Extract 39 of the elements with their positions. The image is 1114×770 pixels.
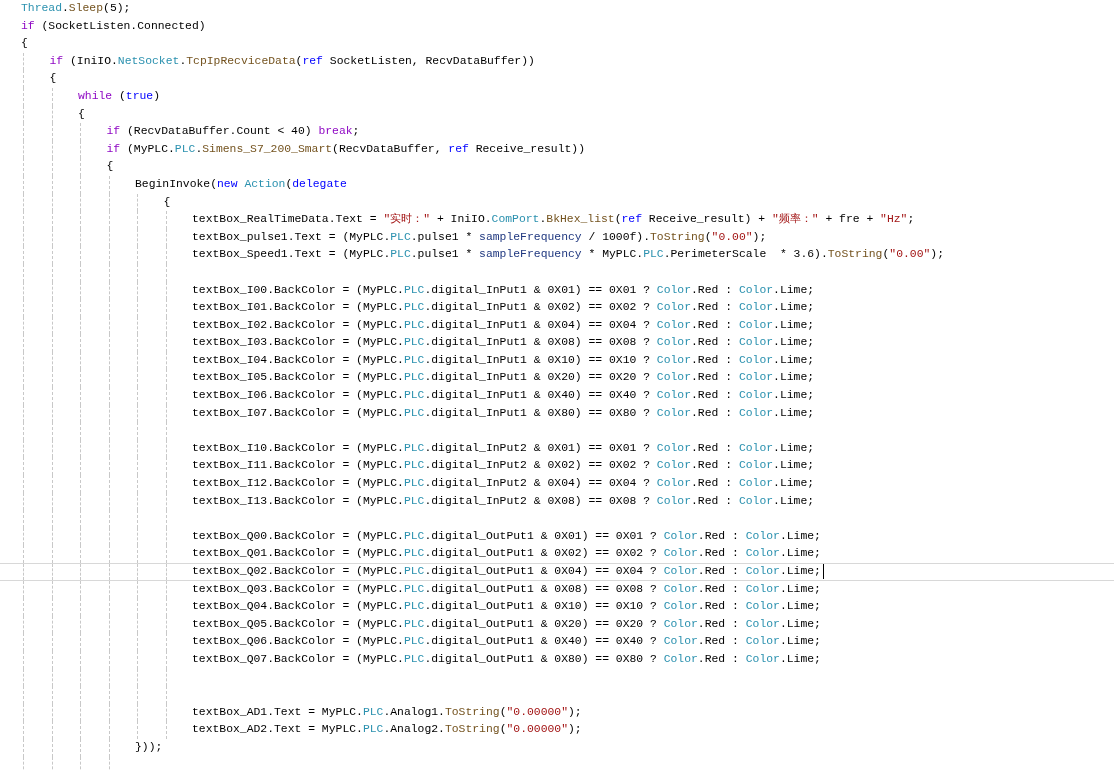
code-line: textBox_I03.BackColor = (MyPLC.PLC.digital_InPut1 & 0X08) == 0X08 ? Color.Red : Color.Lime; [192, 335, 815, 351]
text-cursor [822, 564, 824, 580]
code-line: { [106, 159, 114, 175]
code-line: textBox_AD1.Text = MyPLC.PLC.Analog1.ToString("0.00000"); [192, 704, 582, 720]
code-line: textBox_I06.BackColor = (MyPLC.PLC.digital_InPut1 & 0X40) == 0X40 ? Color.Red : Color.Lime; [192, 388, 815, 404]
code-line: if (MyPLC.PLC.Simens_S7_200_Smart(RecvDataBuffer, ref Receive_result)) [106, 141, 586, 157]
code-line: textBox_I02.BackColor = (MyPLC.PLC.digital_InPut1 & 0X04) == 0X04 ? Color.Red : Color.Lime; [192, 317, 815, 333]
code-line: { [78, 106, 85, 122]
code-line: textBox_RealTimeData.Text = "实时：" + IniIO.ComPort.BkHex_list(ref Receive_result) + "频率：" + fre + "Hz"; [192, 212, 915, 228]
code-line: textBox_I10.BackColor = (MyPLC.PLC.digital_InPut2 & 0X01) == 0X01 ? Color.Red : Color.Lime; [192, 440, 815, 456]
code-line: { [163, 194, 171, 210]
code-line: textBox_I12.BackColor = (MyPLC.PLC.digital_InPut2 & 0X04) == 0X04 ? Color.Red : Color.Lime; [192, 476, 815, 492]
code-line: textBox_AD2.Text = MyPLC.PLC.Analog2.ToString("0.00000"); [192, 722, 582, 738]
code-line: textBox_Q04.BackColor = (MyPLC.PLC.digital_OutPut1 & 0X10) == 0X10 ? Color.Red : Color.Lime; [192, 599, 821, 615]
code-line: if (SocketListen.Connected) [21, 18, 206, 34]
code-line: { [49, 71, 57, 87]
code-line: textBox_I07.BackColor = (MyPLC.PLC.digital_InPut1 & 0X80) == 0X80 ? Color.Red : Color.Lime; [192, 405, 815, 421]
code-line: })); [135, 739, 163, 755]
code-line: textBox_I00.BackColor = (MyPLC.PLC.digital_InPut1 & 0X01) == 0X01 ? Color.Red : Color.Lime; [192, 282, 815, 298]
code-line: textBox_I01.BackColor = (MyPLC.PLC.digital_InPut1 & 0X02) == 0X02 ? Color.Red : Color.Lime; [192, 300, 815, 316]
code-line: textBox_Q06.BackColor = (MyPLC.PLC.digital_OutPut1 & 0X40) == 0X40 ? Color.Red : Color.Lime; [192, 634, 821, 650]
code-line: textBox_Q01.BackColor = (MyPLC.PLC.digital_OutPut1 & 0X02) == 0X02 ? Color.Red : Color.Lime; [192, 546, 821, 562]
code-line: textBox_Q05.BackColor = (MyPLC.PLC.digital_OutPut1 & 0X20) == 0X20 ? Color.Red : Color.Lime; [192, 616, 821, 632]
code-line: textBox_I11.BackColor = (MyPLC.PLC.digital_InPut2 & 0X02) == 0X02 ? Color.Red : Color.Lime; [192, 458, 815, 474]
code-line: textBox_Q03.BackColor = (MyPLC.PLC.digital_OutPut1 & 0X08) == 0X08 ? Color.Red : Color.Lime; [192, 581, 821, 597]
code-line: textBox_Q00.BackColor = (MyPLC.PLC.digital_OutPut1 & 0X01) == 0X01 ? Color.Red : Color.Lime; [192, 528, 821, 544]
code-line: Thread.Sleep(5); [21, 1, 131, 16]
code-line: textBox_Speed1.Text = (MyPLC.PLC.pulse1 * sampleFrequency * MyPLC.PLC.PerimeterScale * 3.6).ToString("0.00"); [192, 247, 944, 263]
code-line: textBox_pulse1.Text = (MyPLC.PLC.pulse1 * sampleFrequency / 1000f).ToString("0.00"); [192, 229, 767, 245]
code-line: textBox_Q07.BackColor = (MyPLC.PLC.digital_OutPut1 & 0X80) == 0X80 ? Color.Red : Color.Lime; [192, 651, 821, 667]
code-line: { [21, 36, 28, 52]
code-line: textBox_I04.BackColor = (MyPLC.PLC.digital_InPut1 & 0X10) == 0X10 ? Color.Red : Color.Lime; [192, 352, 815, 368]
code-line: if (RecvDataBuffer.Count < 40) break; [106, 124, 360, 140]
code-line: while (true) [78, 88, 161, 104]
code-line: if (IniIO.NetSocket.TcpIpRecviceData(ref SocketListen, RecvDataBuffer)) [49, 53, 535, 69]
code-line: BeginInvoke(new Action(delegate [135, 176, 347, 192]
code-line: textBox_Q02.BackColor = (MyPLC.PLC.digital_OutPut1 & 0X04) == 0X04 ? Color.Red : Color.Lime; [192, 564, 821, 579]
code-line: textBox_I05.BackColor = (MyPLC.PLC.digital_InPut1 & 0X20) == 0X20 ? Color.Red : Color.Lime; [192, 370, 815, 386]
code-line: textBox_I13.BackColor = (MyPLC.PLC.digital_InPut2 & 0X08) == 0X08 ? Color.Red : Color.Lime; [192, 493, 815, 509]
